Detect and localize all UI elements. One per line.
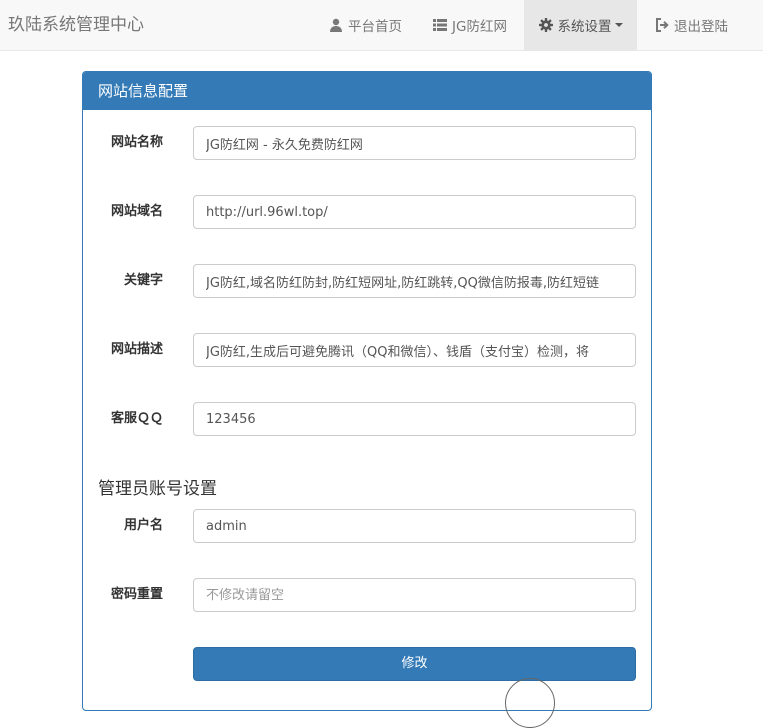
- username-input[interactable]: [193, 509, 636, 543]
- site-description-label: 网站描述: [110, 342, 163, 357]
- keywords-input[interactable]: [193, 264, 636, 298]
- admin-section-title: 管理员账号设置: [98, 479, 217, 499]
- panel-title: 网站信息配置: [83, 72, 651, 110]
- navbar: 玖陆系统管理中心 平台首页 JG防红网 系统设置 退出登陆: [0, 0, 763, 51]
- nav-settings[interactable]: 系统设置: [524, 0, 637, 50]
- site-description-input[interactable]: [193, 333, 636, 367]
- nav-logout-label: 退出登陆: [674, 19, 728, 35]
- nav-jg[interactable]: JG防红网: [418, 0, 522, 50]
- nav-home[interactable]: 平台首页: [315, 0, 416, 50]
- service-qq-input[interactable]: [193, 402, 636, 436]
- brand-title[interactable]: 玖陆系统管理中心: [8, 14, 144, 36]
- config-panel: 网站信息配置 网站名称 网站域名 关键字 网站描述 客服ＱＱ 管理员账号设置 用…: [82, 71, 652, 711]
- nav-settings-label: 系统设置: [557, 19, 612, 35]
- gear-icon: [538, 18, 553, 32]
- user-icon: [329, 18, 343, 32]
- nav-jg-label: JG防红网: [452, 19, 507, 35]
- site-domain-input[interactable]: [193, 195, 636, 229]
- nav-home-label: 平台首页: [348, 19, 402, 35]
- username-label: 用户名: [123, 518, 163, 533]
- keywords-label: 关键字: [123, 273, 163, 288]
- password-reset-input[interactable]: [193, 578, 636, 612]
- service-qq-label: 客服ＱＱ: [110, 411, 163, 426]
- nav-logout[interactable]: 退出登陆: [640, 0, 743, 50]
- submit-button[interactable]: 修改: [193, 647, 636, 681]
- list-icon: [433, 18, 448, 32]
- caret-down-icon: [614, 23, 623, 27]
- site-name-input[interactable]: [193, 126, 636, 160]
- password-reset-label: 密码重置: [110, 587, 163, 602]
- site-name-label: 网站名称: [110, 135, 163, 150]
- site-domain-label: 网站域名: [110, 204, 163, 219]
- sign-out-icon: [655, 18, 669, 32]
